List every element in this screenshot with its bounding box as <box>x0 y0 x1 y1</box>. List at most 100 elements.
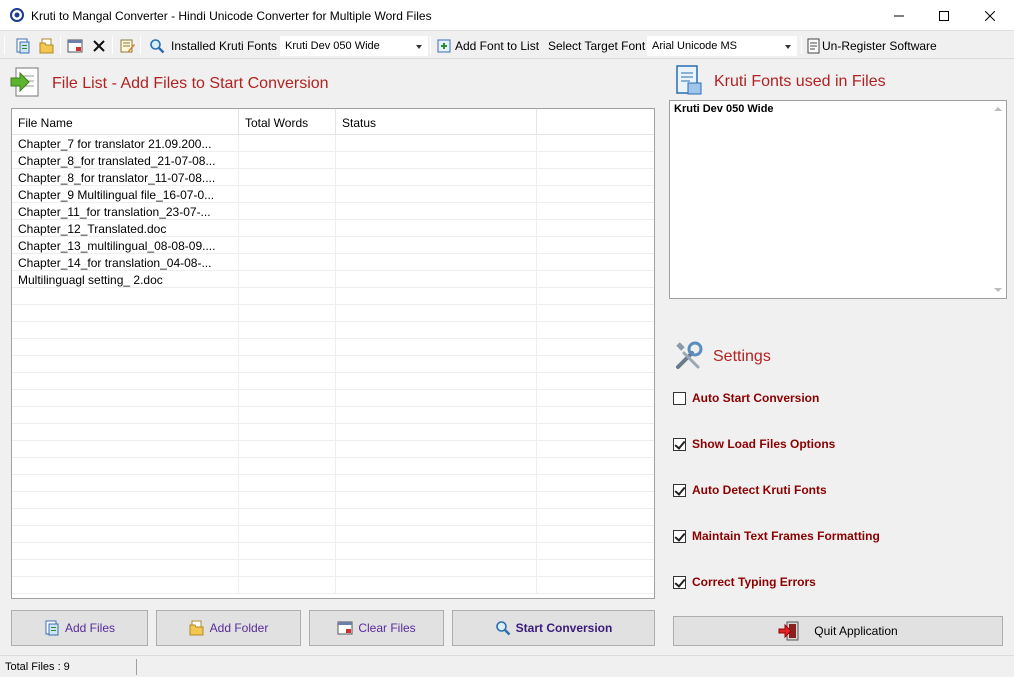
table-row[interactable]: Chapter_8_for translator_11-07-08.... <box>12 169 654 186</box>
table-cell <box>336 560 537 577</box>
file-list-rows: Chapter_7 for translator 21.09.200... Cha… <box>12 135 654 594</box>
add-files-icon[interactable] <box>14 37 32 55</box>
table-row[interactable] <box>12 441 654 458</box>
table-row[interactable] <box>12 288 654 305</box>
start-conversion-button[interactable]: Start Conversion <box>452 610 655 646</box>
setting-label: Correct Typing Errors <box>692 575 816 589</box>
maintain-frames-checkbox[interactable] <box>673 529 686 543</box>
file-list-table[interactable]: File Name Total Words Status Chapter_7 f… <box>11 108 655 599</box>
table-row[interactable]: Chapter_12_Translated.doc <box>12 220 654 237</box>
add-font-button[interactable]: Add Font to List <box>455 39 539 53</box>
table-cell <box>336 441 537 458</box>
table-row[interactable] <box>12 526 654 543</box>
table-cell <box>239 203 336 220</box>
table-cell <box>336 135 537 152</box>
clear-files-icon[interactable] <box>66 37 84 55</box>
table-row[interactable] <box>12 475 654 492</box>
unregister-button[interactable]: Un-Register Software <box>822 39 937 53</box>
title-bar: Kruti to Mangal Converter - Hindi Unicod… <box>0 0 1014 31</box>
table-row[interactable]: Chapter_9 Multilingual file_16-07-0... <box>12 186 654 203</box>
target-font-select[interactable]: Arial Unicode MS <box>647 36 797 56</box>
column-status[interactable]: Status <box>336 109 537 135</box>
table-cell <box>12 356 239 373</box>
table-cell <box>239 424 336 441</box>
table-row[interactable] <box>12 424 654 441</box>
table-row[interactable] <box>12 407 654 424</box>
table-cell <box>537 135 654 152</box>
quit-application-button[interactable]: Quit Application <box>673 616 1003 646</box>
table-cell <box>12 288 239 305</box>
table-cell <box>336 543 537 560</box>
table-row[interactable]: Chapter_7 for translator 21.09.200... <box>12 135 654 152</box>
status-divider <box>136 659 137 675</box>
fonts-list-box[interactable]: Kruti Dev 050 Wide <box>669 100 1007 299</box>
file-list-title: File List - Add Files to Start Conversio… <box>52 75 329 92</box>
table-row[interactable]: Multilinguagl setting_ 2.doc <box>12 271 654 288</box>
table-row[interactable] <box>12 560 654 577</box>
maximize-button[interactable] <box>921 0 967 31</box>
setting-show-load-files-options[interactable]: Show Load Files Options <box>673 436 835 452</box>
setting-auto-detect-kruti-fonts[interactable]: Auto Detect Kruti Fonts <box>673 482 827 498</box>
setting-label: Auto Detect Kruti Fonts <box>692 483 827 497</box>
table-cell: Chapter_13_multilingual_08-08-09.... <box>12 237 239 254</box>
installed-font-select[interactable]: Kruti Dev 050 Wide <box>280 36 428 56</box>
table-row[interactable] <box>12 390 654 407</box>
column-file-name[interactable]: File Name <box>12 109 239 135</box>
unregister-icon[interactable] <box>805 37 823 55</box>
add-font-icon[interactable] <box>435 37 453 55</box>
table-row[interactable]: Chapter_8_for translated_21-07-08... <box>12 152 654 169</box>
table-row[interactable] <box>12 339 654 356</box>
correct-typing-checkbox[interactable] <box>673 575 686 589</box>
table-row[interactable] <box>12 322 654 339</box>
fonts-scrollbar[interactable] <box>989 101 1006 298</box>
quit-label: Quit Application <box>814 624 898 638</box>
setting-auto-start-conversion[interactable]: Auto Start Conversion <box>673 390 819 406</box>
scroll-down-icon[interactable] <box>994 288 1002 292</box>
show-load-options-checkbox[interactable] <box>673 437 686 451</box>
table-cell <box>537 577 654 594</box>
table-row[interactable] <box>12 543 654 560</box>
table-cell <box>336 407 537 424</box>
column-total-words[interactable]: Total Words <box>239 109 336 135</box>
auto-detect-checkbox[interactable] <box>673 483 686 497</box>
toolbar-grip <box>4 36 5 54</box>
table-row[interactable]: Chapter_14_for translation_04-08-... <box>12 254 654 271</box>
add-files-button[interactable]: Add Files <box>11 610 148 646</box>
setting-maintain-text-frames[interactable]: Maintain Text Frames Formatting <box>673 528 880 544</box>
table-cell: Multilinguagl setting_ 2.doc <box>12 271 239 288</box>
setting-correct-typing-errors[interactable]: Correct Typing Errors <box>673 574 816 590</box>
auto-start-checkbox[interactable] <box>673 391 686 405</box>
table-row[interactable] <box>12 458 654 475</box>
add-folder-button[interactable]: Add Folder <box>156 610 301 646</box>
table-cell <box>537 560 654 577</box>
table-row[interactable] <box>12 305 654 322</box>
table-cell <box>239 135 336 152</box>
table-row[interactable] <box>12 356 654 373</box>
search-icon[interactable] <box>148 37 166 55</box>
table-row[interactable]: Chapter_11_for translation_23-07-... <box>12 203 654 220</box>
table-cell <box>239 458 336 475</box>
fonts-panel-icon <box>672 64 704 99</box>
table-row[interactable] <box>12 492 654 509</box>
minimize-button[interactable] <box>876 0 922 31</box>
table-cell <box>336 271 537 288</box>
table-row[interactable] <box>12 577 654 594</box>
table-row[interactable] <box>12 373 654 390</box>
table-cell <box>537 186 654 203</box>
installed-fonts-label: Installed Kruti Fonts <box>171 39 278 53</box>
table-cell <box>12 509 239 526</box>
table-row[interactable] <box>12 509 654 526</box>
close-button[interactable] <box>967 0 1013 31</box>
table-row[interactable]: Chapter_13_multilingual_08-08-09.... <box>12 237 654 254</box>
add-folder-icon[interactable] <box>38 37 56 55</box>
edit-icon[interactable] <box>118 37 136 55</box>
table-cell <box>537 254 654 271</box>
table-cell <box>537 424 654 441</box>
table-cell <box>537 475 654 492</box>
clear-files-button[interactable]: Clear Files <box>309 610 444 646</box>
table-cell <box>239 492 336 509</box>
window-title: Kruti to Mangal Converter - Hindi Unicod… <box>31 9 432 23</box>
table-cell <box>336 424 537 441</box>
scroll-up-icon[interactable] <box>994 107 1002 111</box>
delete-icon[interactable] <box>90 37 108 55</box>
